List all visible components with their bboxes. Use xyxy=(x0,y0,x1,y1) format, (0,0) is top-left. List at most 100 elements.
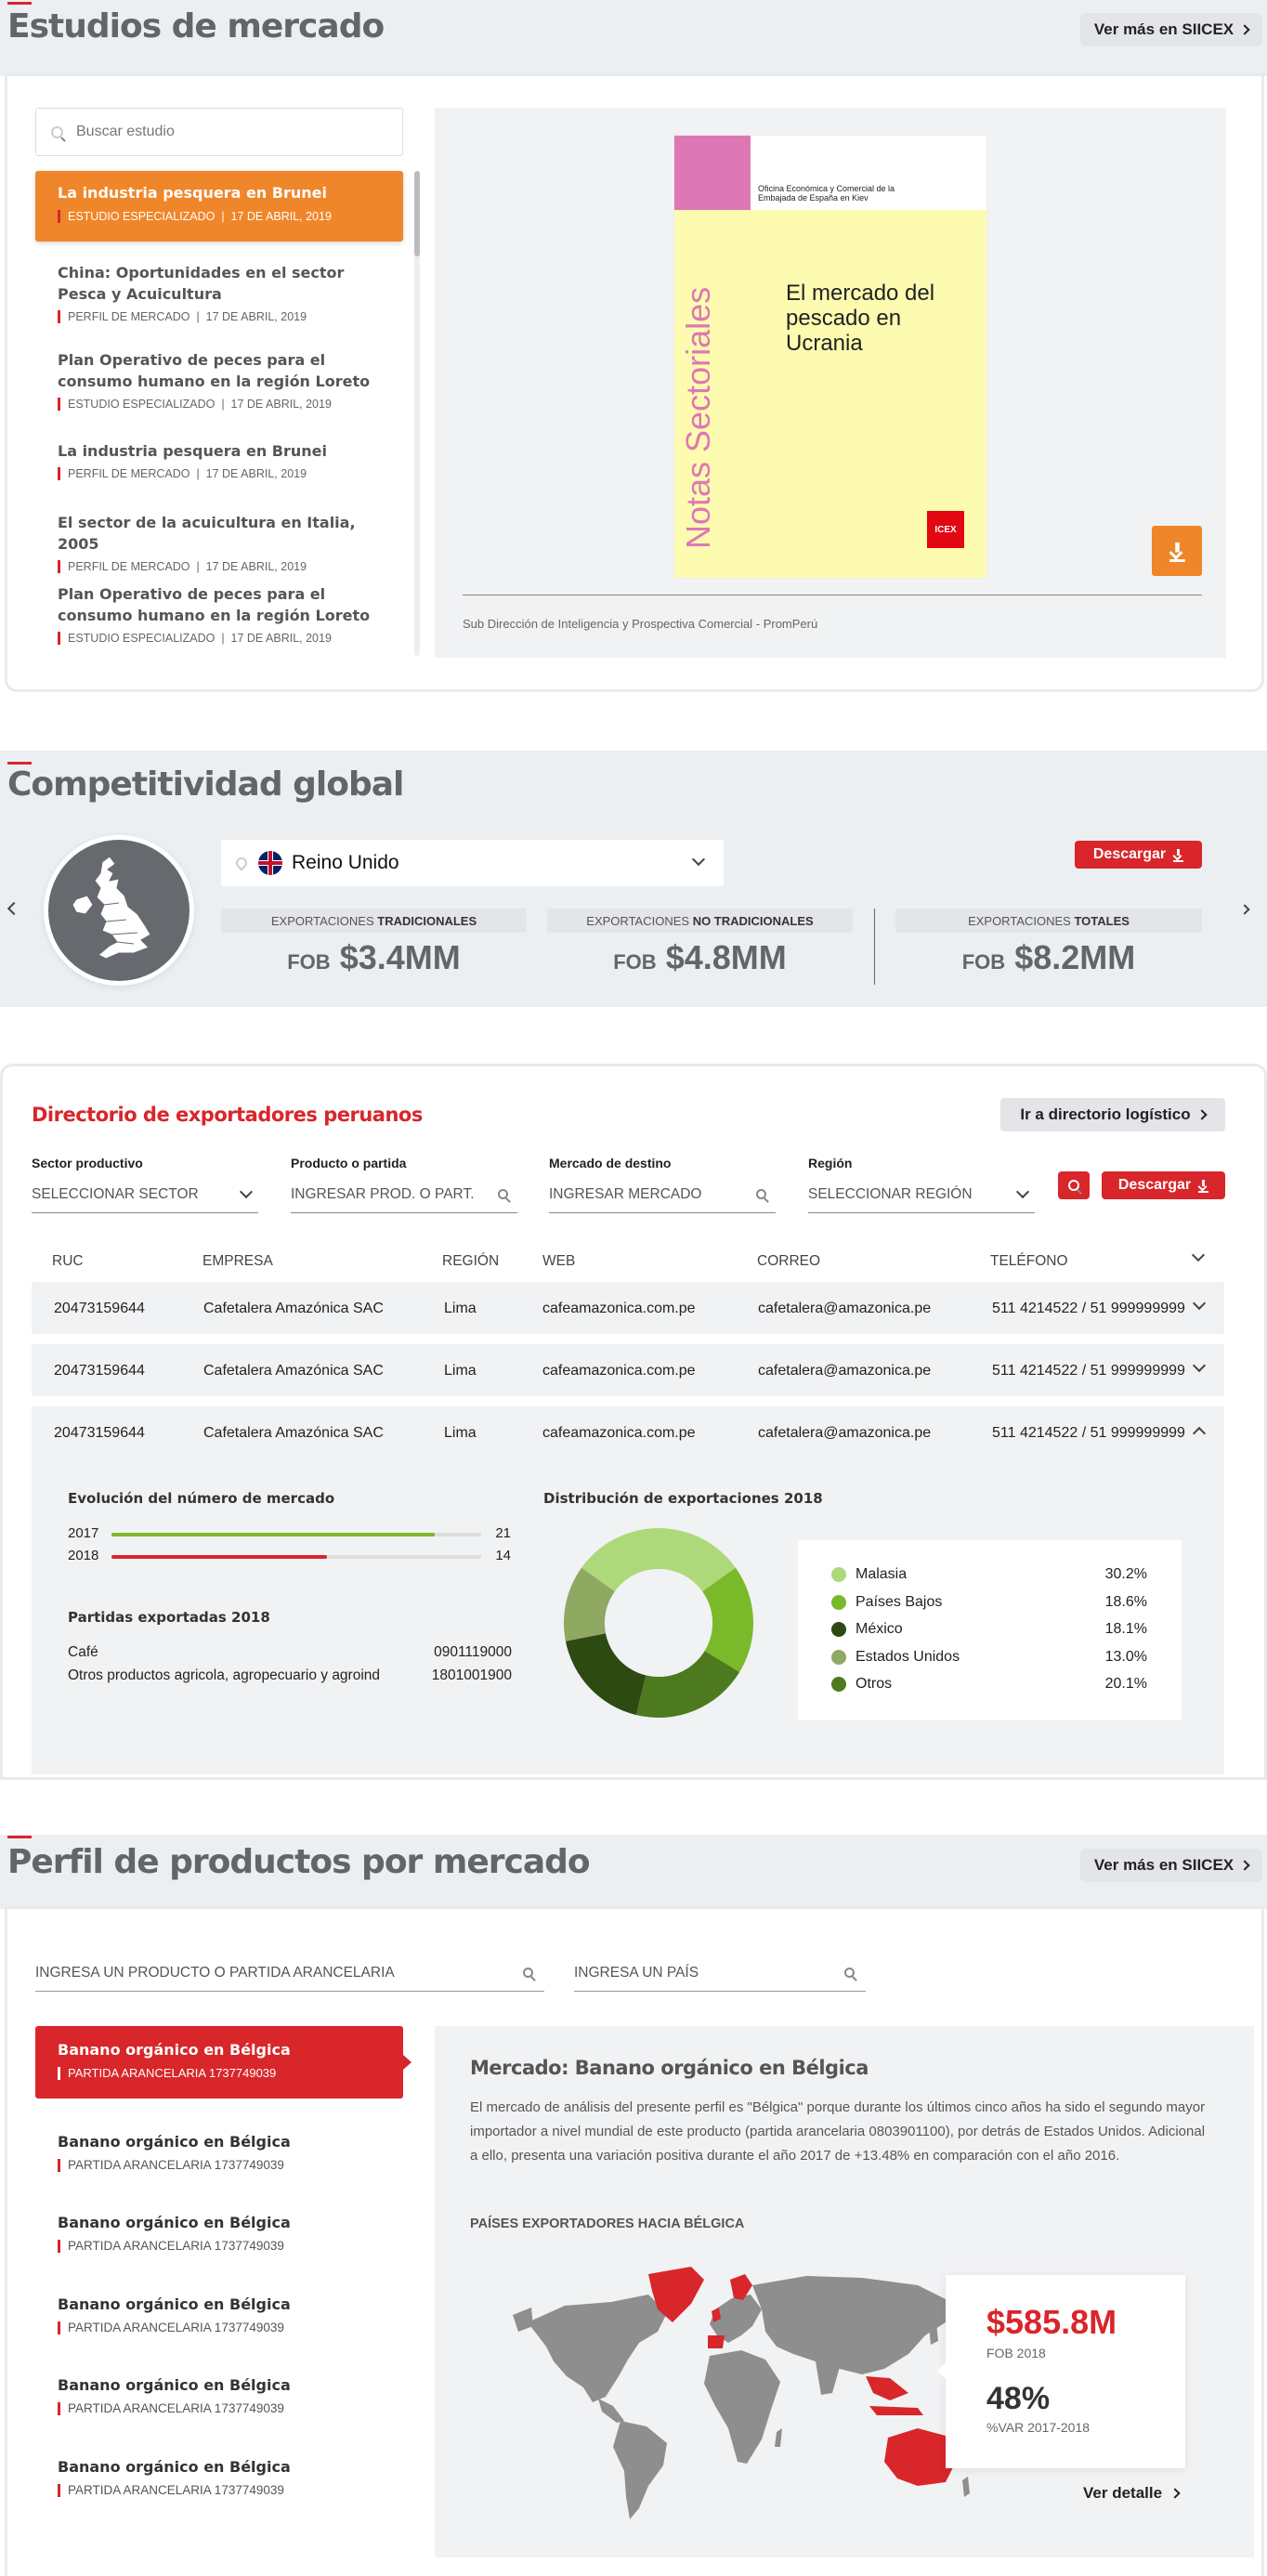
studies-more-button[interactable]: Ver más en SIICEX xyxy=(1080,13,1262,46)
study-item[interactable]: La industria pesquera en Brunei PERFIL D… xyxy=(58,440,392,480)
cover-doc-title: El mercado del pescado en Ucrania xyxy=(786,281,935,356)
products-title: Perfil de productos por mercado xyxy=(7,1843,591,1881)
search-icon xyxy=(1068,1180,1079,1191)
cell-ruc: 20473159644 xyxy=(54,1363,145,1379)
evolution-value: 14 xyxy=(495,1548,511,1563)
sector-select[interactable]: SELECCIONAR SECTOR xyxy=(32,1176,258,1213)
product-item[interactable]: Banano orgánico en Bélgica PARTIDA ARANC… xyxy=(58,2376,392,2415)
market-placeholder: INGRESAR MERCADO xyxy=(549,1185,702,1202)
chevron-down-icon[interactable] xyxy=(1192,1296,1207,1311)
study-item[interactable]: China: Oportunidades en el sector Pesca … xyxy=(58,262,392,323)
cell-ruc: 20473159644 xyxy=(54,1425,145,1441)
legend-swatch xyxy=(831,1567,846,1582)
donut-hole xyxy=(605,1569,712,1677)
legend-swatch xyxy=(831,1594,846,1610)
legend-swatch xyxy=(831,1622,846,1637)
table-row-expanded[interactable]: 20473159644 Cafetalera Amazónica SAC Lim… xyxy=(32,1406,1224,1458)
chevron-right-icon xyxy=(1169,2488,1181,2499)
product-item[interactable]: Banano orgánico en Bélgica PARTIDA ARANC… xyxy=(58,2458,392,2497)
product-item-meta: PARTIDA ARANCELARIA 1737749039 xyxy=(58,2321,392,2334)
stats-divider xyxy=(874,909,875,985)
product-item[interactable]: Banano orgánico en Bélgica PARTIDA ARANC… xyxy=(58,2133,392,2172)
fob-label: FOB 2018 xyxy=(986,2346,1046,2360)
product-item-meta: PARTIDA ARANCELARIA 1737749039 xyxy=(58,2159,392,2172)
view-detail-link[interactable]: Ver detalle xyxy=(1083,2484,1181,2503)
product-item[interactable]: Banano orgánico en Bélgica PARTIDA ARANC… xyxy=(58,2214,392,2253)
world-map xyxy=(513,2267,970,2519)
legend-item: Otros 20.1% xyxy=(831,1676,1147,1693)
product-item-active[interactable]: Banano orgánico en Bélgica PARTIDA ARANC… xyxy=(35,2026,411,2099)
product-item-title: Banano orgánico en Bélgica xyxy=(58,2458,291,2476)
study-item-meta: PERFIL DE MERCADO | 17 DE ABRIL, 2019 xyxy=(58,467,392,480)
scrollbar-thumb[interactable] xyxy=(414,171,420,256)
download-study-button[interactable] xyxy=(1152,526,1202,576)
logistics-directory-button[interactable]: Ir a directorio logístico xyxy=(1000,1098,1225,1131)
download-label: Descargar xyxy=(1092,846,1167,862)
study-item-active[interactable]: La industria pesquera en Brunei ESTUDIO … xyxy=(35,171,403,242)
evolution-bar xyxy=(111,1555,328,1559)
map-southeast-asia xyxy=(866,2376,908,2400)
cover-org-text: Oficina Económica y Comercial de la Emba… xyxy=(758,184,895,203)
country-select[interactable]: Reino Unido xyxy=(221,840,724,886)
legend-value: 18.6% xyxy=(1104,1593,1147,1610)
study-item[interactable]: Plan Operativo de peces para el consumo … xyxy=(58,349,392,411)
directory-download-button[interactable]: Descargar xyxy=(1102,1171,1225,1199)
product-detail-heading: Mercado: Banano orgánico en Bélgica xyxy=(470,2057,869,2079)
product-placeholder: INGRESAR PROD. O PART. xyxy=(291,1185,475,1202)
table-row[interactable]: 20473159644 Cafetalera Amazónica SAC Lim… xyxy=(32,1282,1224,1334)
region-placeholder: SELECCIONAR REGIÓN xyxy=(808,1185,973,1202)
search-icon xyxy=(844,1968,855,1978)
title-accent xyxy=(7,1836,32,1838)
competitiveness-download-button[interactable]: Descargar xyxy=(1075,841,1202,869)
study-item-title: La industria pesquera en Brunei xyxy=(58,184,327,202)
map-north-america xyxy=(528,2295,667,2402)
cover-pink-block xyxy=(674,136,751,210)
study-cover-image: Oficina Económica y Comercial de la Emba… xyxy=(674,136,986,578)
chevron-up-icon[interactable] xyxy=(1192,1426,1207,1441)
legend-item: Países Bajos 18.6% xyxy=(831,1594,1147,1611)
partidas-title: Partidas exportadas 2018 xyxy=(68,1609,270,1626)
evolution-year: 2018 xyxy=(68,1548,99,1563)
table-row[interactable]: 20473159644 Cafetalera Amazónica SAC Lim… xyxy=(32,1344,1224,1396)
region-select[interactable]: SELECCIONAR REGIÓN xyxy=(808,1176,1035,1213)
market-input[interactable]: INGRESAR MERCADO xyxy=(549,1176,776,1213)
legend-value: 13.0% xyxy=(1104,1648,1147,1665)
next-country-arrow[interactable] xyxy=(1239,901,1254,915)
study-search-field[interactable]: Buscar estudio xyxy=(35,108,403,156)
column-header-web: WEB xyxy=(542,1253,576,1269)
search-icon xyxy=(498,1189,508,1199)
download-icon xyxy=(1198,1180,1209,1193)
cell-correo: cafetalera@amazonica.pe xyxy=(758,1301,932,1316)
country-search-input[interactable]: INGRESA UN PAÍS xyxy=(574,1955,866,1992)
stat-value-non-traditional: FOB $4.8MM xyxy=(613,938,787,976)
study-item[interactable]: El sector de la acuicultura en Italia, 2… xyxy=(58,512,392,573)
product-item[interactable]: Banano orgánico en Bélgica PARTIDA ARANC… xyxy=(58,2295,392,2334)
directory-search-button[interactable] xyxy=(1058,1171,1090,1199)
view-detail-label: Ver detalle xyxy=(1083,2484,1163,2502)
stat-label-non-traditional: EXPORTACIONES NO TRADICIONALES xyxy=(547,909,853,933)
legend-label: Otros xyxy=(856,1676,893,1692)
cell-ruc: 20473159644 xyxy=(54,1301,145,1316)
studies-more-label: Ver más en SIICEX xyxy=(1093,20,1234,38)
download-icon xyxy=(1169,543,1185,562)
products-more-button[interactable]: Ver más en SIICEX xyxy=(1080,1849,1262,1882)
distribution-title: Distribución de exportaciones 2018 xyxy=(543,1490,823,1507)
map-africa xyxy=(704,2350,780,2464)
product-input[interactable]: INGRESAR PROD. O PART. xyxy=(291,1176,517,1213)
prev-country-arrow[interactable] xyxy=(7,901,22,916)
study-item[interactable]: Plan Operativo de peces para el consumo … xyxy=(58,583,392,645)
chevron-down-icon[interactable] xyxy=(1192,1358,1207,1373)
product-item-title: Banano orgánico en Bélgica xyxy=(58,2295,291,2313)
partida-code: 1801001900 xyxy=(431,1667,512,1683)
download-icon xyxy=(1173,849,1184,862)
cell-web: cafeamazonica.com.pe xyxy=(542,1425,696,1441)
product-item-title: Banano orgánico en Bélgica xyxy=(58,2133,291,2151)
cell-empresa: Cafetalera Amazónica SAC xyxy=(203,1301,384,1316)
study-list-scrollbar[interactable] xyxy=(414,171,420,656)
product-search-input[interactable]: INGRESA UN PRODUCTO O PARTIDA ARANCELARI… xyxy=(35,1955,544,1992)
cell-empresa: Cafetalera Amazónica SAC xyxy=(203,1425,384,1441)
study-search-placeholder: Buscar estudio xyxy=(76,124,175,139)
products-more-label: Ver más en SIICEX xyxy=(1093,1856,1234,1874)
cell-web: cafeamazonica.com.pe xyxy=(542,1301,696,1316)
country-map xyxy=(48,840,189,981)
